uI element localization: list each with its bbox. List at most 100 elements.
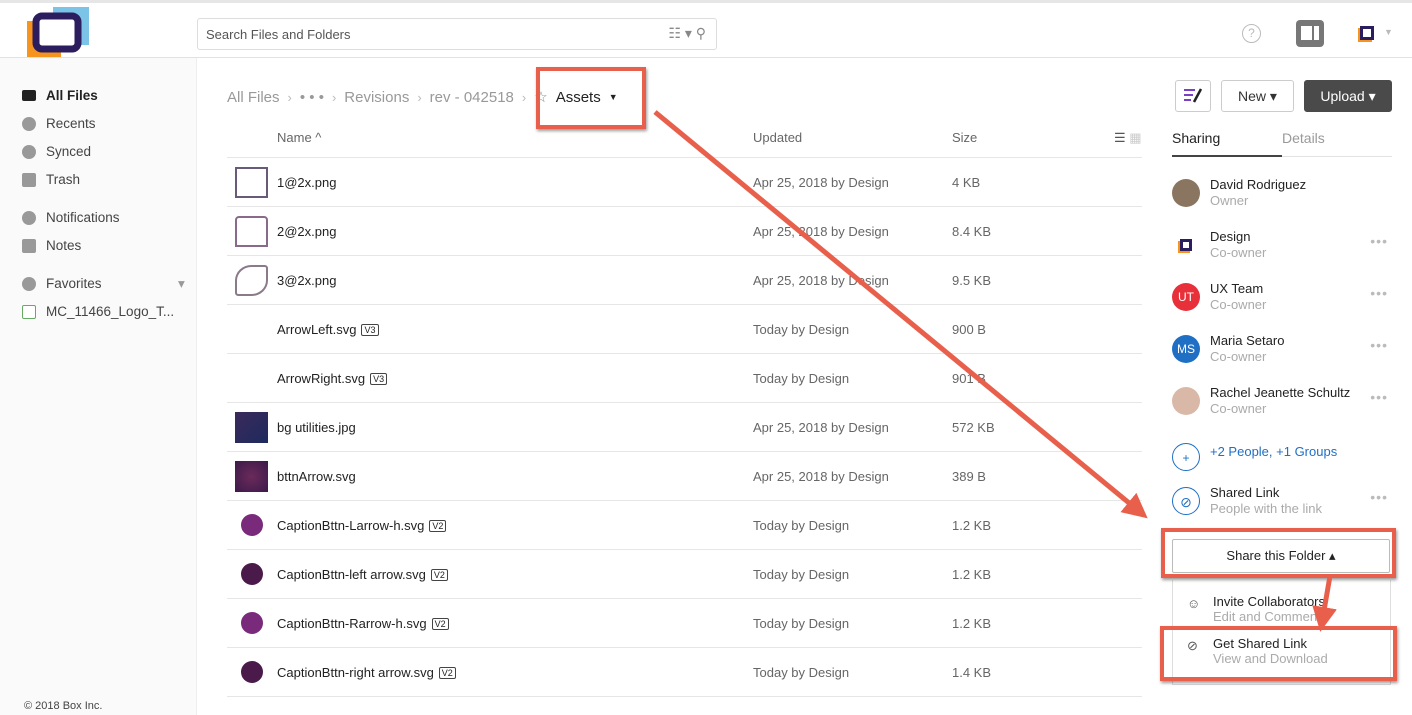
avatar-initials: UT xyxy=(1178,290,1194,304)
table-row[interactable]: CaptionBttn-left arrow.svg V2 Today by De… xyxy=(227,550,1142,599)
table-row[interactable]: 1@2x.png Apr 25, 2018 by Design 4 KB xyxy=(227,158,1142,207)
table-row[interactable]: CaptionBttn-right arrow.svg V2 Today by D… xyxy=(227,648,1142,697)
more-people-link[interactable]: +2 People, +1 Groups xyxy=(1210,444,1337,459)
search-icon[interactable]: ⚲ xyxy=(696,25,706,41)
list-view-icon[interactable]: ☰ ▦ xyxy=(1114,130,1142,146)
file-name[interactable]: CaptionBttn-Rarrow-h.svg V2 xyxy=(277,616,449,631)
collaborator-name: Rachel Jeanette Schultz xyxy=(1210,385,1351,400)
toggle-sidebar-icon[interactable] xyxy=(1296,20,1324,47)
version-badge[interactable]: V3 xyxy=(361,324,379,336)
version-badge[interactable]: V2 xyxy=(430,569,448,581)
table-row[interactable]: 2@2x.png Apr 25, 2018 by Design 8.4 KB xyxy=(227,207,1142,256)
file-thumbnail xyxy=(241,563,263,585)
link-icon: ⊘ xyxy=(1172,487,1200,515)
crumb-revisions[interactable]: Revisions xyxy=(344,89,409,106)
crumb-all-files[interactable]: All Files xyxy=(227,89,280,106)
box-logo[interactable] xyxy=(27,7,89,57)
sidebar-item-notes[interactable]: Notes xyxy=(22,238,81,253)
file-name[interactable]: CaptionBttn-right arrow.svg V2 xyxy=(277,665,456,680)
table-row[interactable]: ArrowLeft.svg V3 Today by Design 900 B xyxy=(227,305,1142,354)
file-updated: Apr 25, 2018 by Design xyxy=(753,175,889,190)
file-name[interactable]: CaptionBttn-left arrow.svg V2 xyxy=(277,567,448,582)
notes-button[interactable] xyxy=(1175,80,1211,112)
menu-invite-collaborators[interactable]: Invite Collaborators Edit and Comment xyxy=(1213,594,1325,624)
collaborator-role: Co-owner xyxy=(1210,245,1267,260)
file-name-text: CaptionBttn-Larrow-h.svg xyxy=(277,518,425,533)
more-options-icon[interactable]: ••• xyxy=(1370,233,1388,249)
clock-icon xyxy=(22,116,36,131)
tab-details[interactable]: Details xyxy=(1282,130,1325,146)
more-collaborators[interactable]: + +2 People, +1 Groups xyxy=(1172,441,1392,481)
version-badge[interactable]: V2 xyxy=(429,520,447,532)
search-input[interactable]: Search Files and Folders ☷ ▾ ⚲ xyxy=(197,18,717,50)
annotation-box-assets xyxy=(536,67,646,129)
file-name[interactable]: 2@2x.png xyxy=(277,224,336,239)
shared-link-row[interactable]: ⊘ Shared Link People with the link ••• xyxy=(1172,485,1392,525)
chevron-down-icon[interactable]: ▾ xyxy=(178,276,185,292)
file-name-text: CaptionBttn-left arrow.svg xyxy=(277,567,426,582)
sidebar-item-trash[interactable]: Trash xyxy=(22,172,80,187)
folder-icon xyxy=(22,90,36,101)
collaborator-item[interactable]: David Rodriguez Owner xyxy=(1172,177,1392,217)
file-thumbnail xyxy=(235,167,268,198)
table-row[interactable]: bttnArrow.svg Apr 25, 2018 by Design 389… xyxy=(227,452,1142,501)
file-size: 572 KB xyxy=(952,420,995,435)
collaborator-item[interactable]: Rachel Jeanette Schultz Co-owner ••• xyxy=(1172,385,1392,425)
file-thumbnail xyxy=(235,412,268,443)
star-icon xyxy=(22,276,36,291)
more-options-icon[interactable]: ••• xyxy=(1370,285,1388,301)
table-row[interactable]: bg utilities.jpg Apr 25, 2018 by Design … xyxy=(227,403,1142,452)
file-name[interactable]: ArrowLeft.svg V3 xyxy=(277,322,379,337)
version-badge[interactable]: V3 xyxy=(370,373,388,385)
collaborator-name: UX Team xyxy=(1210,281,1264,296)
menu-title: Invite Collaborators xyxy=(1213,594,1325,609)
file-updated: Today by Design xyxy=(753,665,850,680)
column-size[interactable]: Size xyxy=(952,130,977,145)
file-name[interactable]: ArrowRight.svg V3 xyxy=(277,371,388,386)
version-badge[interactable]: V2 xyxy=(438,667,456,679)
file-name[interactable]: 1@2x.png xyxy=(277,175,336,190)
file-name[interactable]: bg utilities.jpg xyxy=(277,420,356,435)
sidebar-item-synced[interactable]: Synced xyxy=(22,144,91,159)
help-icon[interactable]: ? xyxy=(1242,24,1261,43)
collaborator-item[interactable]: UT UX Team Co-owner ••• xyxy=(1172,281,1392,321)
sidebar-item-pinned-file[interactable]: MC_11466_Logo_T... xyxy=(22,304,174,319)
collaborator-item[interactable]: Design Co-owner ••• xyxy=(1172,229,1392,269)
new-button[interactable]: New ▾ xyxy=(1221,80,1294,112)
file-name[interactable]: 3@2x.png xyxy=(277,273,336,288)
account-avatar[interactable] xyxy=(1360,26,1374,40)
sidebar-item-recents[interactable]: Recents xyxy=(22,116,96,131)
column-name[interactable]: Name ^ xyxy=(277,130,321,145)
file-size: 1.2 KB xyxy=(952,518,992,533)
grid-view-icon[interactable]: ▦ xyxy=(1129,130,1141,145)
file-updated: Today by Design xyxy=(753,371,850,386)
more-options-icon[interactable]: ••• xyxy=(1370,489,1388,505)
sidebar-item-all-files[interactable]: All Files xyxy=(22,88,98,103)
more-options-icon[interactable]: ••• xyxy=(1370,389,1388,405)
collaborator-item[interactable]: MS Maria Setaro Co-owner ••• xyxy=(1172,333,1392,373)
upload-button[interactable]: Upload ▾ xyxy=(1304,80,1392,112)
filter-icon[interactable]: ☷ ▾ xyxy=(668,25,691,41)
sidebar-item-label: Recents xyxy=(46,116,96,131)
crumb-rev[interactable]: rev - 042518 xyxy=(430,89,514,106)
table-row[interactable]: ArrowRight.svg V3 Today by Design 901 B xyxy=(227,354,1142,403)
table-row[interactable]: CaptionBttn-Rarrow-h.svg V2 Today by Desi… xyxy=(227,599,1142,648)
chevron-down-icon[interactable]: ▼ xyxy=(1384,27,1393,37)
version-badge[interactable]: V2 xyxy=(431,618,449,630)
sidebar-item-label: Notifications xyxy=(46,210,120,225)
copyright: © 2018 Box Inc. xyxy=(24,700,103,712)
file-name[interactable]: bttnArrow.svg xyxy=(277,469,356,484)
table-row[interactable]: 3@2x.png Apr 25, 2018 by Design 9.5 KB xyxy=(227,256,1142,305)
crumb-more[interactable]: • • • xyxy=(300,89,324,106)
add-person-icon: + xyxy=(1172,443,1200,471)
file-name[interactable]: CaptionBttn-Larrow-h.svg V2 xyxy=(277,518,447,533)
file-thumbnail xyxy=(235,314,268,345)
sidebar-item-notifications[interactable]: Notifications xyxy=(22,210,120,225)
more-options-icon[interactable]: ••• xyxy=(1370,337,1388,353)
table-row[interactable]: CaptionBttn-Larrow-h.svg V2 Today by Desi… xyxy=(227,501,1142,550)
file-thumbnail xyxy=(235,363,268,394)
sidebar-item-favorites[interactable]: Favorites ▾ xyxy=(22,276,185,291)
file-name-text: bg utilities.jpg xyxy=(277,420,356,435)
column-updated[interactable]: Updated xyxy=(753,130,802,145)
tab-sharing[interactable]: Sharing xyxy=(1172,130,1220,146)
